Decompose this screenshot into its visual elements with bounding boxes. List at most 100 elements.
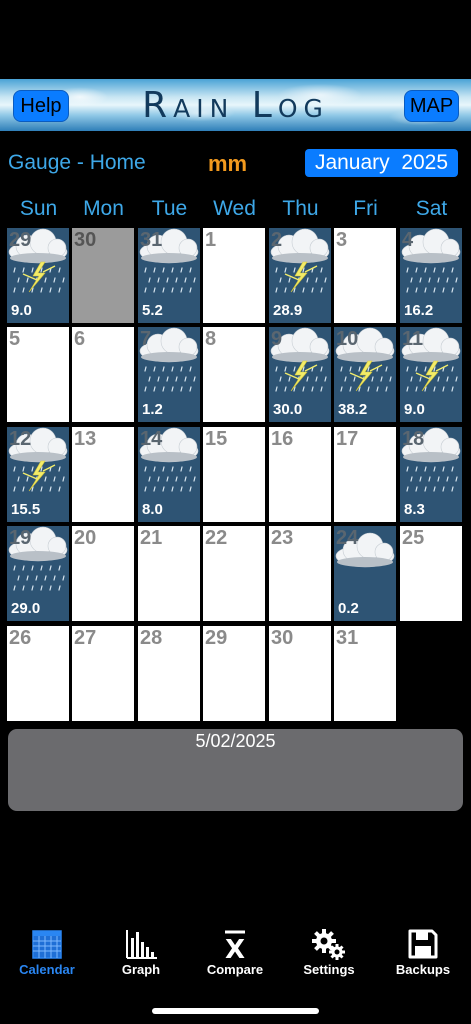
day-number: 13 bbox=[74, 428, 97, 450]
weekday-label: Thu bbox=[282, 197, 319, 220]
rain-amount: 0.2 bbox=[338, 600, 359, 617]
day-cell[interactable]: 20 bbox=[72, 526, 134, 621]
day-cell-rain[interactable]: 19 29.0 bbox=[7, 526, 69, 621]
day-cell-rain[interactable]: 18 8.3 bbox=[400, 427, 462, 522]
day-cell[interactable]: 16 bbox=[269, 427, 331, 522]
tab-label: Compare bbox=[206, 962, 264, 977]
day-number: 28 bbox=[140, 627, 163, 649]
day-number: 6 bbox=[74, 328, 86, 350]
month-selector[interactable]: January 2025 bbox=[305, 149, 458, 177]
day-cell-rain[interactable]: 29 9.0 bbox=[7, 228, 69, 323]
rain-amount: 1.2 bbox=[142, 401, 163, 418]
day-cell[interactable]: 3 bbox=[334, 228, 396, 323]
tab-calendar[interactable]: Calendar bbox=[2, 928, 92, 977]
rain-amount: 8.0 bbox=[142, 501, 163, 518]
day-number: 14 bbox=[140, 428, 163, 450]
day-number: 31 bbox=[140, 229, 163, 251]
day-number: 5 bbox=[9, 328, 21, 350]
weekday-label: Mon bbox=[83, 197, 124, 220]
day-cell[interactable]: 31 bbox=[334, 626, 396, 721]
day-number: 8 bbox=[205, 328, 217, 350]
rain-amount: 38.2 bbox=[338, 401, 368, 418]
day-number: 18 bbox=[402, 428, 425, 450]
day-number: 21 bbox=[140, 527, 163, 549]
day-number: 16 bbox=[271, 428, 294, 450]
day-cell-rain[interactable]: 9 30.0 bbox=[269, 327, 331, 422]
day-cell-rain[interactable]: 31 5.2 bbox=[138, 228, 200, 323]
rain-log-banner: Rain Log bbox=[0, 79, 471, 131]
home-indicator bbox=[152, 1008, 319, 1014]
day-cell-rain[interactable]: 11 9.0 bbox=[400, 327, 462, 422]
rain-amount: 30.0 bbox=[273, 401, 303, 418]
tab-label: Settings bbox=[303, 962, 355, 977]
day-number: 12 bbox=[9, 428, 32, 450]
day-number: 31 bbox=[336, 627, 359, 649]
day-cell-rain[interactable]: 4 16.2 bbox=[400, 228, 462, 323]
gears-icon bbox=[312, 929, 345, 960]
day-cell[interactable]: 15 bbox=[203, 427, 265, 522]
rain-amount: 8.3 bbox=[404, 501, 425, 518]
day-number: 20 bbox=[74, 527, 97, 549]
day-cell-rain[interactable]: 14 8.0 bbox=[138, 427, 200, 522]
bar-graph-icon bbox=[126, 930, 157, 959]
day-cell[interactable]: 28 bbox=[138, 626, 200, 721]
day-cell[interactable]: 6 bbox=[72, 327, 134, 422]
tab-label: Calendar bbox=[19, 962, 75, 977]
day-number: 9 bbox=[271, 328, 283, 350]
day-number: 1 bbox=[205, 229, 217, 251]
weekday-label: Sun bbox=[19, 197, 58, 220]
day-number: 26 bbox=[9, 627, 32, 649]
gauge-selector[interactable]: Gauge - Home bbox=[8, 151, 146, 175]
floppy-disk-icon bbox=[408, 929, 438, 959]
day-number: 3 bbox=[336, 229, 348, 251]
day-number: 24 bbox=[336, 527, 359, 549]
day-cell[interactable]: 30 bbox=[269, 626, 331, 721]
day-cell[interactable]: 27 bbox=[72, 626, 134, 721]
day-cell[interactable]: 29 bbox=[203, 626, 265, 721]
help-button[interactable]: Help bbox=[13, 90, 69, 122]
day-number: 23 bbox=[271, 527, 294, 549]
day-cell-other-month[interactable]: 30 bbox=[72, 228, 134, 323]
day-cell-rain[interactable]: 10 38.2 bbox=[334, 327, 396, 422]
day-number: 22 bbox=[205, 527, 228, 549]
rain-amount: 15.5 bbox=[11, 501, 41, 518]
day-cell-rain[interactable]: 7 1.2 bbox=[138, 327, 200, 422]
tab-compare[interactable]: X Compare bbox=[190, 928, 280, 977]
day-cell-rain[interactable]: 2 28.9 bbox=[269, 228, 331, 323]
day-cell-rain[interactable]: 12 15.5 bbox=[7, 427, 69, 522]
calendar-icon bbox=[32, 930, 62, 959]
weekday-label: Sat bbox=[415, 197, 448, 220]
day-number: 7 bbox=[140, 328, 152, 350]
selected-date-panel[interactable]: 5/02/2025 bbox=[8, 729, 463, 811]
day-cell[interactable]: 23 bbox=[269, 526, 331, 621]
app-title: Rain Log bbox=[142, 85, 329, 126]
tab-label: Graph bbox=[121, 962, 161, 977]
day-cell[interactable]: 22 bbox=[203, 526, 265, 621]
x-bar-icon: X bbox=[225, 930, 245, 960]
day-cell[interactable]: 8 bbox=[203, 327, 265, 422]
map-button[interactable]: MAP bbox=[404, 90, 459, 122]
day-number: 29 bbox=[9, 229, 32, 251]
day-number: 30 bbox=[74, 229, 97, 251]
selected-date: 5/02/2025 bbox=[195, 731, 276, 751]
day-cell-rain[interactable]: 24 0.2 bbox=[334, 526, 396, 621]
tab-backups[interactable]: Backups bbox=[378, 928, 468, 977]
day-number: 10 bbox=[336, 328, 359, 350]
day-cell[interactable]: 26 bbox=[7, 626, 69, 721]
day-number: 17 bbox=[336, 428, 359, 450]
day-number: 2 bbox=[271, 229, 283, 251]
unit-toggle[interactable]: mm bbox=[208, 151, 247, 177]
day-cell[interactable]: 17 bbox=[334, 427, 396, 522]
tab-settings[interactable]: Settings bbox=[284, 928, 374, 977]
tab-label: Backups bbox=[395, 962, 451, 977]
day-cell[interactable]: 1 bbox=[203, 228, 265, 323]
svg-text:X: X bbox=[225, 935, 245, 960]
day-number: 15 bbox=[205, 428, 228, 450]
tab-graph[interactable]: Graph bbox=[96, 928, 186, 977]
day-cell[interactable]: 21 bbox=[138, 526, 200, 621]
rain-amount: 16.2 bbox=[404, 302, 434, 319]
weekday-label: Wed bbox=[213, 197, 256, 220]
day-cell[interactable]: 25 bbox=[400, 526, 462, 621]
day-cell[interactable]: 13 bbox=[72, 427, 134, 522]
day-cell[interactable]: 5 bbox=[7, 327, 69, 422]
